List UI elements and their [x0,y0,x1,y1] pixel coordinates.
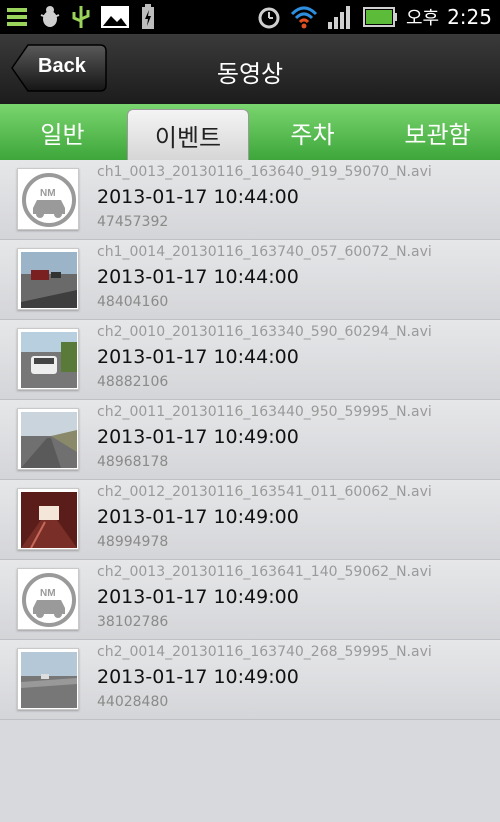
video-list: NM ch1_0013_20130116_163640_919_59070_N.… [0,160,500,720]
list-item[interactable]: ch1_0014_20130116_163740_057_60072_N.avi… [0,240,500,320]
tunnel-thumbnail [21,492,77,548]
file-datetime: 2013-01-17 10:44:00 [97,186,299,208]
alarm-icon [258,7,280,29]
car-thumbnail [21,332,77,388]
thumbnail [17,488,79,550]
file-size: 48404160 [97,294,169,310]
file-name: ch1_0014_20130116_163740_057_60072_N.avi [97,244,432,260]
file-size: 38102786 [97,614,169,630]
file-size: 44028480 [97,694,169,710]
thumbnail: NM [17,568,79,630]
status-bar: 오후 2:25 [0,0,500,34]
file-name: ch1_0013_20130116_163640_919_59070_N.avi [97,164,432,180]
no-video-icon: NM [22,573,76,627]
status-ampm: 오후 [405,8,440,29]
battery-charging-icon [142,4,154,29]
list-item[interactable]: NM ch2_0013_20130116_163641_140_59062_N.… [0,560,500,640]
title-bar: Back 동영상 [0,34,500,105]
file-datetime: 2013-01-17 10:44:00 [97,346,299,368]
list-item[interactable]: NM ch1_0013_20130116_163640_919_59070_N.… [0,160,500,240]
list-item[interactable]: ch2_0012_20130116_163541_011_60062_N.avi… [0,480,500,560]
file-name: ch2_0010_20130116_163340_590_60294_N.avi [97,324,432,340]
signal-icon [327,6,350,29]
tab-parking[interactable]: 주차 [250,104,375,160]
thumbnail [17,408,79,470]
road-thumbnail [21,252,77,308]
tab-bar: 일반 이벤트 주차 보관함 [0,104,500,161]
file-datetime: 2013-01-17 10:49:00 [97,586,299,608]
usb-icon [72,6,90,28]
file-datetime: 2013-01-17 10:49:00 [97,426,299,448]
page-title: 동영상 [216,60,284,88]
svg-text:NM: NM [40,588,56,599]
tab-archive[interactable]: 보관함 [375,104,500,160]
menu-icon [7,8,27,26]
file-datetime: 2013-01-17 10:49:00 [97,666,299,688]
file-name: ch2_0013_20130116_163641_140_59062_N.avi [97,564,432,580]
road-thumbnail [21,412,77,468]
battery-icon [362,7,397,27]
file-size: 48882106 [97,374,169,390]
road-thumbnail [21,652,77,708]
thumbnail [17,328,79,390]
file-size: 48968178 [97,454,169,470]
list-item[interactable]: ch2_0014_20130116_163740_268_59995_N.avi… [0,640,500,720]
file-name: ch2_0012_20130116_163541_011_60062_N.avi [97,484,432,500]
file-size: 48994978 [97,534,169,550]
list-item[interactable]: ch2_0010_20130116_163340_590_60294_N.avi… [0,320,500,400]
file-name: ch2_0014_20130116_163740_268_59995_N.avi [97,644,432,660]
bug-icon [40,6,60,27]
tab-general[interactable]: 일반 [0,104,125,160]
thumbnail [17,648,79,710]
thumbnail [17,248,79,310]
thumbnail: NM [17,168,79,230]
file-datetime: 2013-01-17 10:44:00 [97,266,299,288]
status-time: 2:25 [447,5,492,29]
wifi-icon [290,6,318,29]
image-icon [101,6,129,28]
file-datetime: 2013-01-17 10:49:00 [97,506,299,528]
no-video-icon: NM [22,173,76,227]
list-item[interactable]: ch2_0011_20130116_163440_950_59995_N.avi… [0,400,500,480]
tab-event[interactable]: 이벤트 [127,109,249,160]
file-name: ch2_0011_20130116_163440_950_59995_N.avi [97,404,432,420]
svg-text:NM: NM [40,188,56,199]
file-size: 47457392 [97,214,169,230]
